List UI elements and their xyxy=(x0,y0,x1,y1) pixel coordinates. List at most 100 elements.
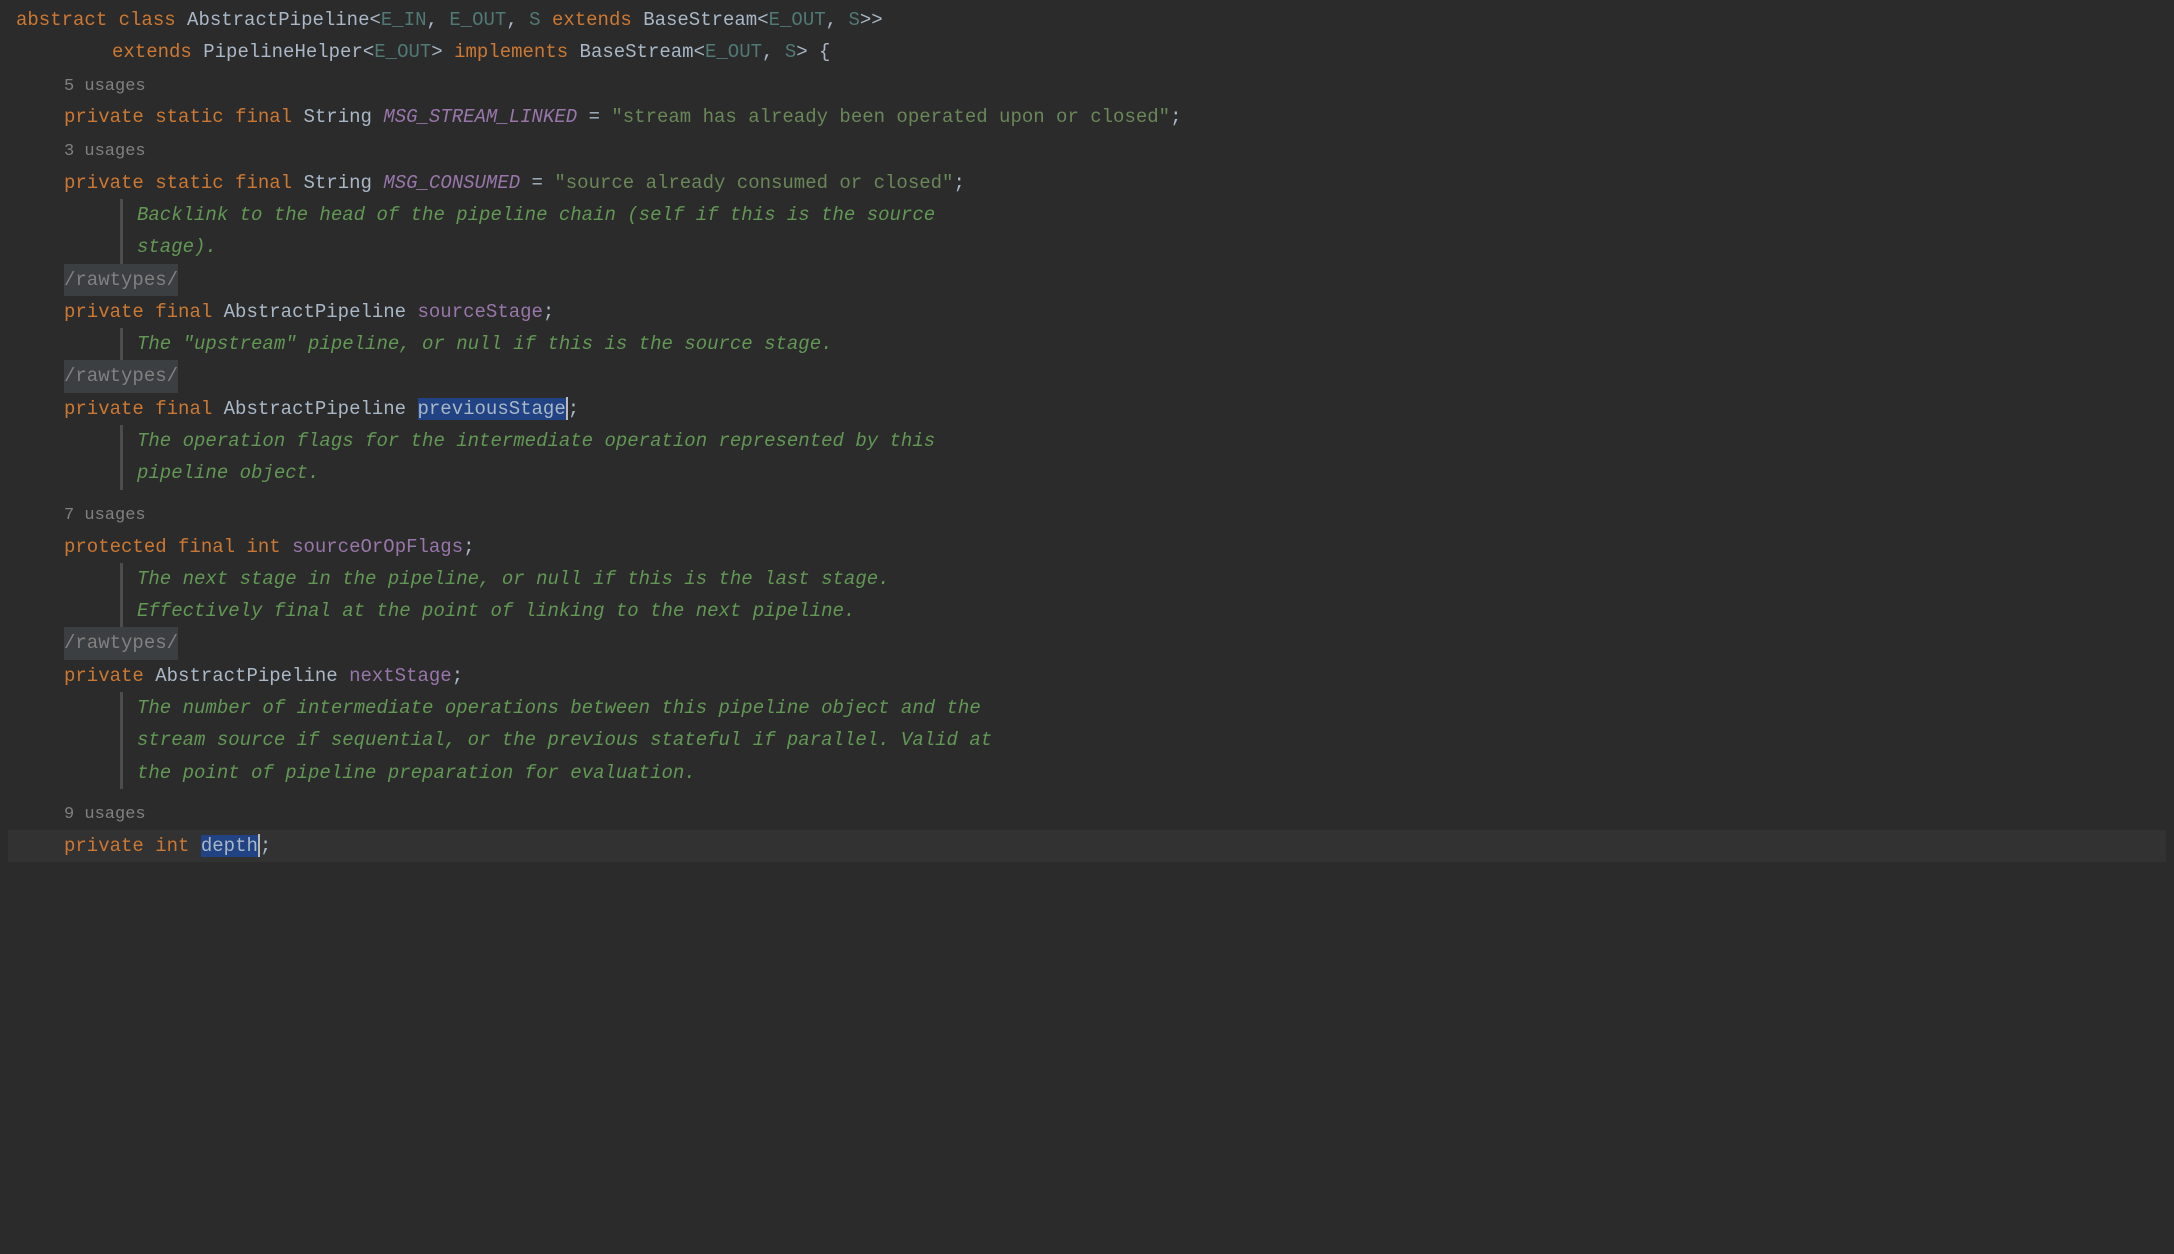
annotation-rawtypes[interactable]: /rawtypes/ xyxy=(8,627,2166,659)
doc-comment-line[interactable]: The "upstream" pipeline, or null if this… xyxy=(8,328,2166,360)
field-name: nextStage xyxy=(349,665,452,687)
semicolon: ; xyxy=(260,835,271,857)
string-literal: "source already consumed or closed" xyxy=(554,172,953,194)
usages-hint[interactable]: 9 usages xyxy=(8,797,2166,830)
usages-hint[interactable]: 5 usages xyxy=(8,69,2166,102)
usages-7: 7 usages xyxy=(64,506,146,525)
semicolon: ; xyxy=(463,536,474,558)
comma: , xyxy=(427,9,438,31)
type-basestream2: BaseStream xyxy=(580,41,694,63)
gt: > xyxy=(796,41,807,63)
usages-5: 5 usages xyxy=(64,77,146,96)
type-abstractpipeline: AbstractPipeline xyxy=(155,665,337,687)
type-param-eout2: E_OUT xyxy=(769,9,826,31)
keyword-extends: extends xyxy=(552,9,632,31)
selected-text: depth xyxy=(201,835,258,857)
type-param-s3: S xyxy=(785,41,796,63)
lt: < xyxy=(757,9,768,31)
open-brace: { xyxy=(819,41,830,63)
field-name: depth xyxy=(201,835,258,857)
type-basestream: BaseStream xyxy=(643,9,757,31)
type-abstractpipeline: AbstractPipeline xyxy=(224,301,406,323)
semicolon: ; xyxy=(452,665,463,687)
keyword-final: final xyxy=(235,172,292,194)
doc-text: Backlink to the head of the pipeline cha… xyxy=(137,204,935,258)
doc-text: The operation flags for the intermediate… xyxy=(137,430,935,484)
keyword-final: final xyxy=(155,301,212,323)
class-signature-line2[interactable]: extends PipelineHelper<E_OUT> implements… xyxy=(8,36,2166,68)
rawtypes-annotation: /rawtypes/ xyxy=(64,627,178,659)
gt: > xyxy=(431,41,442,63)
equals: = xyxy=(589,106,600,128)
doc-text: The next stage in the pipeline, or null … xyxy=(137,568,890,622)
field-sourceoropflags[interactable]: protected final int sourceOrOpFlags; xyxy=(8,531,2166,563)
field-name: sourceStage xyxy=(418,301,543,323)
keyword-final: final xyxy=(155,398,212,420)
type-param-eout3: E_OUT xyxy=(374,41,431,63)
comma: , xyxy=(762,41,773,63)
type-param-s: S xyxy=(529,9,540,31)
keyword-private: private xyxy=(64,172,144,194)
string-literal: "stream has already been operated upon o… xyxy=(611,106,1170,128)
comma: , xyxy=(826,9,837,31)
keyword-private: private xyxy=(64,301,144,323)
lt: < xyxy=(369,9,380,31)
doc-comment-line[interactable]: The operation flags for the intermediate… xyxy=(8,425,2166,490)
blank-line xyxy=(8,789,2166,797)
field-name: sourceOrOpFlags xyxy=(292,536,463,558)
semicolon: ; xyxy=(1170,106,1181,128)
keyword-final: final xyxy=(178,536,235,558)
equals: = xyxy=(532,172,543,194)
field-previousstage[interactable]: private final AbstractPipeline previousS… xyxy=(8,393,2166,425)
lt: < xyxy=(694,41,705,63)
class-signature-line1[interactable]: abstract class AbstractPipeline<E_IN, E_… xyxy=(8,4,2166,36)
type-abstractpipeline: AbstractPipeline xyxy=(224,398,406,420)
doc-comment-line[interactable]: The next stage in the pipeline, or null … xyxy=(8,563,2166,628)
semicolon: ; xyxy=(568,398,579,420)
keyword-int: int xyxy=(155,835,189,857)
keyword-final: final xyxy=(235,106,292,128)
comma: , xyxy=(506,9,517,31)
keyword-int: int xyxy=(246,536,280,558)
keyword-static: static xyxy=(155,106,223,128)
annotation-rawtypes[interactable]: /rawtypes/ xyxy=(8,264,2166,296)
usages-hint[interactable]: 7 usages xyxy=(8,498,2166,531)
keyword-implements: implements xyxy=(454,41,568,63)
type-string: String xyxy=(303,172,371,194)
keyword-extends: extends xyxy=(112,41,192,63)
doc-comment-line[interactable]: The number of intermediate operations be… xyxy=(8,692,2166,789)
semicolon: ; xyxy=(543,301,554,323)
usages-hint[interactable]: 3 usages xyxy=(8,134,2166,167)
keyword-private: private xyxy=(64,835,144,857)
keyword-private: private xyxy=(64,665,144,687)
doc-comment-line[interactable]: Backlink to the head of the pipeline cha… xyxy=(8,199,2166,264)
field-name: MSG_CONSUMED xyxy=(383,172,520,194)
keyword-static: static xyxy=(155,172,223,194)
keyword-class: class xyxy=(119,9,176,31)
class-name: AbstractPipeline xyxy=(187,9,369,31)
field-msg-consumed[interactable]: private static final String MSG_CONSUMED… xyxy=(8,167,2166,199)
field-depth[interactable]: private int depth; xyxy=(8,830,2166,862)
field-name: previousStage xyxy=(418,398,566,420)
type-param-ein: E_IN xyxy=(381,9,427,31)
rawtypes-annotation: /rawtypes/ xyxy=(64,264,178,296)
blank-line xyxy=(8,490,2166,498)
type-pipelinehelper: PipelineHelper xyxy=(203,41,363,63)
keyword-abstract: abstract xyxy=(16,9,107,31)
type-string: String xyxy=(303,106,371,128)
lt: < xyxy=(363,41,374,63)
annotation-rawtypes[interactable]: /rawtypes/ xyxy=(8,360,2166,392)
usages-3: 3 usages xyxy=(64,142,146,161)
usages-9: 9 usages xyxy=(64,805,146,824)
gtgt: >> xyxy=(860,9,883,31)
keyword-protected: protected xyxy=(64,536,167,558)
doc-text: The "upstream" pipeline, or null if this… xyxy=(137,333,833,355)
doc-text: The number of intermediate operations be… xyxy=(137,697,992,784)
keyword-private: private xyxy=(64,106,144,128)
field-sourcestage[interactable]: private final AbstractPipeline sourceSta… xyxy=(8,296,2166,328)
field-name: MSG_STREAM_LINKED xyxy=(383,106,577,128)
field-nextstage[interactable]: private AbstractPipeline nextStage; xyxy=(8,660,2166,692)
field-msg-stream-linked[interactable]: private static final String MSG_STREAM_L… xyxy=(8,101,2166,133)
type-param-s2: S xyxy=(848,9,859,31)
type-param-eout: E_OUT xyxy=(449,9,506,31)
